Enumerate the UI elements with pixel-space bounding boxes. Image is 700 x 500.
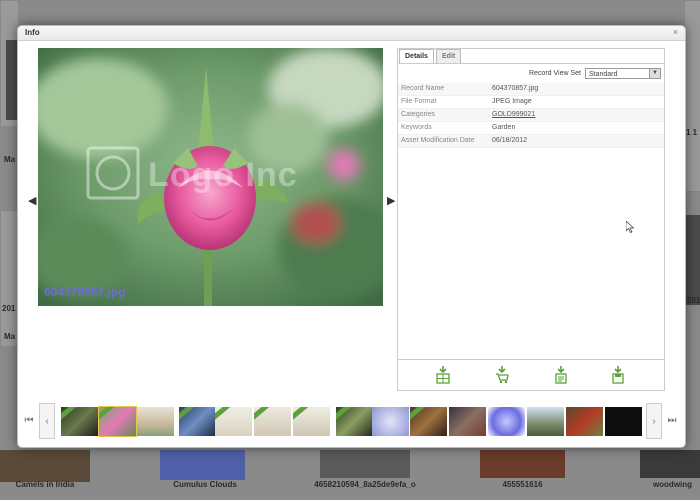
field-value: Garden: [492, 124, 516, 131]
field-row: Keywords Garden: [398, 122, 664, 135]
next-arrow-icon[interactable]: ▶: [387, 194, 395, 207]
filmstrip: ⏮ ‹ › ⏭: [18, 401, 685, 441]
details-panel: Details Edit Record View Set Standard ▼ …: [397, 48, 665, 391]
background-caption[interactable]: 4658210594_8a25de9efa_o: [305, 480, 425, 489]
tab-details[interactable]: Details: [399, 49, 434, 63]
asset-preview: Logo Inc 604370857.jpg: [38, 48, 383, 306]
new-badge: [293, 407, 310, 422]
background-thumbnail: [480, 450, 565, 478]
field-label: File Format: [401, 98, 437, 105]
field-value: JPEG Image: [492, 98, 532, 105]
thumbnail[interactable]: [410, 407, 447, 436]
background-side-label: 201: [687, 296, 700, 305]
new-badge: [99, 407, 116, 422]
thumbnail[interactable]: [215, 407, 252, 436]
cart-download-icon[interactable]: [495, 366, 509, 384]
field-label: Record Name: [401, 85, 445, 92]
background-side-label: Ma: [4, 155, 16, 164]
background-thumbnail: [160, 450, 245, 480]
thumbnail[interactable]: [527, 407, 564, 436]
background-side-label: 201: [2, 304, 16, 313]
background-thumbnail: [6, 40, 17, 120]
background-caption[interactable]: woodwing: [645, 480, 700, 489]
field-label: Keywords: [401, 124, 432, 131]
info-dialog: Info × ◀ ▶ Logo Inc 604370857.jpg Detail…: [17, 25, 686, 448]
new-badge: [410, 407, 427, 422]
new-badge: [61, 407, 78, 422]
field-label: Asset Modification Date: [401, 137, 475, 144]
document-download-icon[interactable]: [554, 366, 568, 384]
thumbnail[interactable]: [98, 406, 137, 437]
background-side-label: Ma: [4, 332, 16, 341]
thumbnail[interactable]: [293, 407, 330, 436]
background-side-label: 1 1: [686, 128, 698, 137]
thumbnail[interactable]: [449, 407, 486, 436]
thumbnail[interactable]: [488, 407, 525, 436]
last-page-icon[interactable]: ⏭: [664, 403, 680, 439]
previous-arrow-icon[interactable]: ◀: [28, 194, 36, 207]
chevron-down-icon[interactable]: ▼: [649, 69, 660, 78]
thumbnail[interactable]: [61, 407, 98, 436]
background-thumbnail: [686, 215, 700, 305]
new-badge: [215, 407, 232, 422]
disk-download-icon[interactable]: [611, 366, 625, 384]
filmstrip-next-button[interactable]: ›: [646, 403, 662, 439]
field-row: File Format JPEG Image: [398, 96, 664, 109]
thumbnail[interactable]: [137, 407, 174, 436]
tab-edit[interactable]: Edit: [436, 49, 462, 63]
field-row: Categories GOLD999021: [398, 109, 664, 122]
field-value: 06/18/2012: [492, 137, 528, 144]
dialog-header: Info ×: [18, 26, 685, 41]
close-icon[interactable]: ×: [671, 28, 680, 37]
background-card: [684, 0, 700, 192]
field-label: Categories: [401, 111, 435, 118]
record-view-set-select[interactable]: Standard ▼: [585, 68, 661, 79]
field-row: Record Name 604370857.jpg: [398, 83, 664, 96]
thumbnail[interactable]: [372, 407, 409, 436]
new-badge: [336, 407, 353, 422]
thumbnail[interactable]: [254, 407, 291, 436]
mouse-cursor-icon: [626, 221, 634, 233]
field-value: 604370857.jpg: [492, 85, 539, 92]
watermark-text: Logo Inc: [148, 156, 298, 194]
first-page-icon[interactable]: ⏮: [21, 403, 37, 439]
record-view-set-label: Record View Set: [528, 70, 581, 77]
new-badge: [254, 407, 271, 422]
field-row: Asset Modification Date 06/18/2012: [398, 135, 664, 148]
filmstrip-previous-button[interactable]: ‹: [39, 403, 55, 439]
tab-divider: [398, 63, 664, 64]
metadata-fields: Record Name 604370857.jpg File Format JP…: [398, 83, 664, 148]
background-thumbnail: [640, 450, 700, 478]
record-view-set-value: Standard: [589, 71, 618, 78]
thumbnail[interactable]: [179, 407, 216, 436]
layout-icon[interactable]: [436, 366, 450, 384]
background-caption[interactable]: Camels in India: [10, 480, 80, 489]
category-link[interactable]: GOLD999021: [492, 109, 535, 121]
thumbnail[interactable]: [605, 407, 642, 436]
new-badge: [179, 407, 196, 422]
thumbnail[interactable]: [336, 407, 373, 436]
preview-caption: 604370857.jpg: [44, 285, 126, 299]
background-thumbnail: [320, 450, 410, 478]
action-bar: [398, 359, 664, 390]
background-caption[interactable]: Cumulus Clouds: [165, 480, 245, 489]
background-caption[interactable]: 455551616: [480, 480, 565, 489]
thumbnail[interactable]: [566, 407, 603, 436]
background-thumbnail: [0, 450, 90, 482]
dialog-title: Info: [25, 28, 40, 37]
